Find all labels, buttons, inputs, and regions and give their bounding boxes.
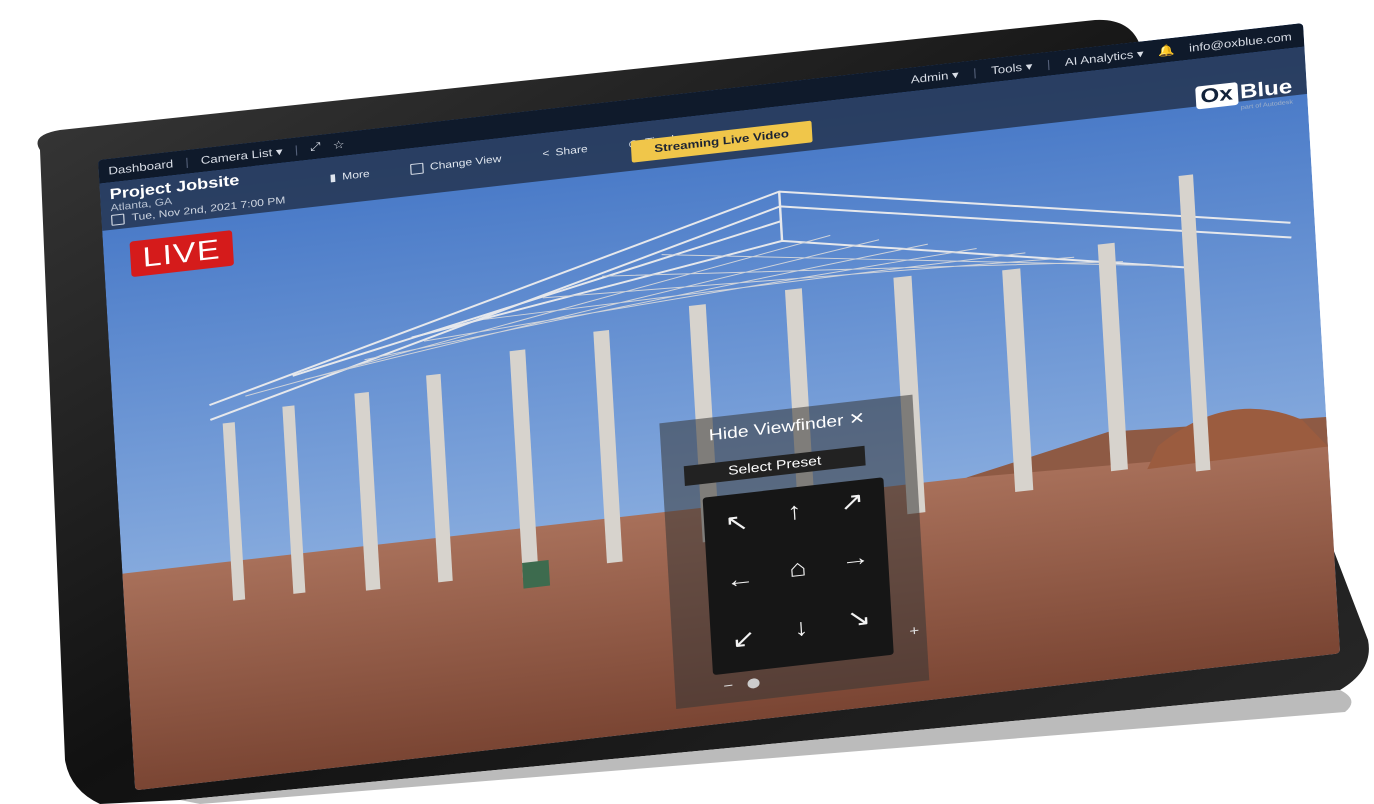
- viewfinder-panel: Hide Viewfinder ✕ Select Preset ↖ ↑ ↗ ← …: [659, 394, 930, 710]
- share-icon: <: [542, 148, 550, 161]
- zoom-out-button[interactable]: −: [723, 677, 734, 694]
- arrow-down-icon[interactable]: ↓: [780, 609, 823, 647]
- zoom-in-button[interactable]: +: [909, 622, 920, 639]
- more-icon: ▮: [329, 172, 337, 185]
- nav-separator: |: [294, 143, 299, 156]
- nav-dashboard[interactable]: Dashboard: [108, 158, 174, 177]
- nav-admin[interactable]: Admin ▾: [910, 68, 960, 86]
- arrow-up-right-icon[interactable]: ↗: [831, 483, 874, 521]
- bell-icon[interactable]: 🔔: [1158, 44, 1175, 59]
- tablet-device: Dashboard | Camera List ▾ | ⤢ ☆ Admin ▾ …: [0, 0, 1374, 804]
- arrow-up-icon[interactable]: ↑: [773, 493, 816, 531]
- change-view-button[interactable]: Change View: [410, 153, 502, 175]
- zoom-slider-knob[interactable]: [747, 677, 760, 690]
- change-view-label: Change View: [429, 153, 502, 173]
- calendar-icon: [110, 213, 125, 226]
- share-button[interactable]: < Share: [542, 144, 588, 160]
- nav-separator: |: [184, 156, 190, 169]
- expand-icon[interactable]: ⤢: [310, 141, 321, 155]
- logo-ox: Ox: [1195, 82, 1239, 110]
- star-icon[interactable]: ☆: [332, 138, 345, 152]
- select-preset-dropdown[interactable]: Select Preset: [683, 445, 866, 486]
- more-button[interactable]: ▮ More: [329, 169, 370, 184]
- ptz-control-pad: ↖ ↑ ↗ ← ⌂ → ↙ ↓ ↘: [702, 477, 894, 676]
- share-label: Share: [555, 144, 588, 159]
- home-icon[interactable]: ⌂: [776, 550, 819, 588]
- arrow-down-right-icon[interactable]: ↘: [837, 599, 880, 637]
- nav-separator: |: [972, 66, 978, 79]
- arrow-down-left-icon[interactable]: ↙: [722, 620, 765, 658]
- arrow-left-icon[interactable]: ←: [719, 561, 762, 599]
- nav-tools[interactable]: Tools ▾: [991, 60, 1033, 78]
- arrow-up-left-icon[interactable]: ↖: [715, 504, 758, 542]
- arrow-right-icon[interactable]: →: [834, 540, 877, 578]
- more-label: More: [341, 168, 371, 183]
- view-icon: [410, 162, 425, 175]
- nav-separator: |: [1046, 58, 1051, 71]
